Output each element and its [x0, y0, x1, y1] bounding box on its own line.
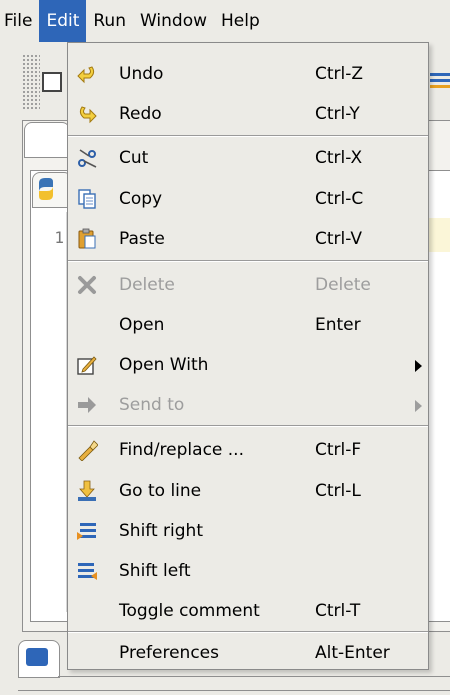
- menu-file[interactable]: File: [0, 0, 39, 42]
- shift-left-icon: [76, 560, 98, 582]
- copy-icon: [76, 188, 98, 210]
- undo-icon: [76, 63, 98, 85]
- menu-item-shortcut: Ctrl-T: [315, 601, 361, 621]
- menu-item-undo[interactable]: Undo Ctrl-Z: [68, 54, 428, 94]
- menu-item-paste[interactable]: Paste Ctrl-V: [68, 219, 428, 259]
- menu-item-label: Undo: [119, 64, 164, 84]
- menu-item-find-replace[interactable]: Find/replace ... Ctrl-F: [68, 430, 428, 470]
- menu-item-shortcut: Alt-Enter: [315, 643, 390, 663]
- menu-run[interactable]: Run: [86, 0, 133, 42]
- menu-help[interactable]: Help: [214, 0, 267, 42]
- menu-window[interactable]: Window: [133, 0, 214, 42]
- menu-item-preferences[interactable]: Preferences Alt-Enter: [68, 633, 428, 673]
- menu-item-shortcut: Ctrl-Z: [315, 64, 364, 84]
- menu-item-label: Copy: [119, 189, 163, 209]
- console-icon: [26, 648, 48, 666]
- menu-item-shortcut: Ctrl-F: [315, 440, 362, 460]
- menu-item-label: Go to line: [119, 481, 202, 501]
- menu-item-copy[interactable]: Copy Ctrl-C: [68, 179, 428, 219]
- delete-x-icon: [76, 274, 98, 296]
- menu-item-shortcut: Enter: [315, 315, 361, 335]
- menu-item-label: Shift right: [119, 521, 203, 541]
- menu-item-label: Preferences: [119, 643, 219, 663]
- menu-item-label: Shift left: [119, 561, 191, 581]
- shift-right-icon: [76, 520, 98, 542]
- menu-item-shift-left[interactable]: Shift left: [68, 551, 428, 591]
- menu-item-label: Cut: [119, 148, 149, 168]
- menu-item-shift-right[interactable]: Shift right: [68, 511, 428, 551]
- python-file-tab[interactable]: [32, 172, 72, 208]
- menu-item-shortcut: Ctrl-C: [315, 189, 364, 209]
- menu-item-label: Redo: [119, 104, 162, 124]
- menu-item-shortcut: Ctrl-X: [315, 148, 363, 168]
- paste-icon: [76, 228, 98, 250]
- menu-bar: File Edit Run Window Help: [0, 0, 450, 42]
- bottom-panel-divider: [58, 676, 450, 677]
- menu-item-open[interactable]: Open Enter: [68, 305, 428, 345]
- menu-item-redo[interactable]: Redo Ctrl-Y: [68, 94, 428, 134]
- send-to-arrow-icon: [76, 394, 98, 416]
- menu-item-label: Paste: [119, 229, 165, 249]
- menu-separator: [68, 260, 428, 262]
- current-line-highlight: [428, 218, 450, 252]
- menu-item-go-to-line[interactable]: Go to line Ctrl-L: [68, 471, 428, 511]
- redo-icon: [76, 103, 98, 125]
- menu-separator: [68, 135, 428, 137]
- menu-item-shortcut: Ctrl-L: [315, 481, 361, 501]
- toolbar-shift-icon[interactable]: [430, 70, 450, 90]
- menu-item-shortcut: Ctrl-Y: [315, 104, 360, 124]
- menu-item-delete[interactable]: Delete Delete: [68, 265, 428, 305]
- menu-item-toggle-comment[interactable]: Toggle comment Ctrl-T: [68, 591, 428, 631]
- go-to-line-icon: [76, 480, 98, 502]
- menu-item-send-to[interactable]: Send to: [68, 385, 428, 425]
- menu-separator: [68, 425, 428, 427]
- menu-edit[interactable]: Edit: [39, 0, 87, 42]
- menu-item-label: Open: [119, 315, 165, 335]
- submenu-arrow-icon: [415, 360, 422, 372]
- toolbar-grip[interactable]: [22, 54, 40, 110]
- menu-item-label: Toggle comment: [119, 601, 260, 621]
- editor-area-tab[interactable]: [24, 122, 70, 158]
- menu-item-label: Delete: [119, 275, 175, 295]
- scissors-icon: [76, 147, 98, 169]
- menu-item-label: Find/replace ...: [119, 440, 244, 460]
- edit-menu-dropdown: Undo Ctrl-Z Redo Ctrl-Y Cut Ctrl-X Copy …: [67, 42, 429, 670]
- menu-item-label: Open With: [119, 355, 209, 375]
- menu-item-shortcut: Ctrl-V: [315, 229, 363, 249]
- bottom-panel-edge: [18, 690, 450, 691]
- open-with-icon: [76, 354, 98, 376]
- menu-item-open-with[interactable]: Open With: [68, 345, 428, 385]
- line-number-gutter: [36, 212, 67, 612]
- line-number: 1: [54, 228, 64, 247]
- menu-item-cut[interactable]: Cut Ctrl-X: [68, 138, 428, 178]
- menu-item-label: Send to: [119, 395, 185, 415]
- new-file-icon[interactable]: [42, 72, 62, 92]
- menu-item-shortcut: Delete: [315, 275, 371, 295]
- find-replace-icon: [76, 439, 98, 461]
- submenu-arrow-icon: [415, 400, 422, 412]
